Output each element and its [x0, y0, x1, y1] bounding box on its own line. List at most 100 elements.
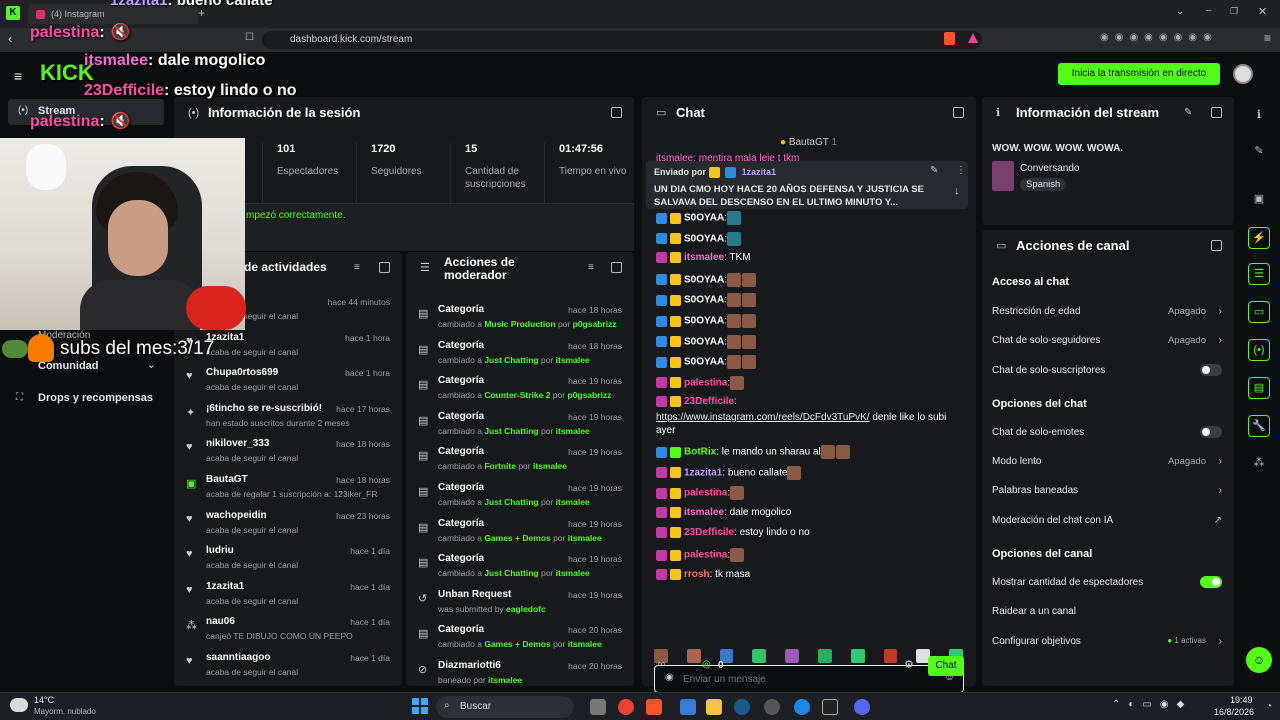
- folder-icon[interactable]: [706, 699, 722, 715]
- maximize-icon[interactable]: ❐: [1230, 6, 1238, 17]
- mod-action-time: hace 20 horas: [568, 625, 622, 636]
- menu-icon[interactable]: ≡: [1264, 31, 1271, 45]
- back-icon[interactable]: ‹: [8, 31, 12, 46]
- camera-icon[interactable]: ▣: [1248, 189, 1270, 211]
- filter-icon[interactable]: ≡: [588, 262, 594, 273]
- xbox-icon[interactable]: [764, 699, 780, 715]
- store-icon[interactable]: [680, 699, 696, 715]
- hamburger-menu-icon[interactable]: ≡: [14, 68, 22, 84]
- discord-icon[interactable]: [854, 699, 870, 715]
- overlay-line-1: 1zazita1: bueno callate: [110, 0, 273, 9]
- chat-username: S0OYAA: [684, 212, 725, 224]
- vip-badge: [708, 167, 720, 179]
- app-icon[interactable]: [794, 699, 810, 715]
- setting-raid[interactable]: Raidear a un canal: [992, 606, 1224, 617]
- chat-message: S0OYAA:: [656, 211, 742, 225]
- gear-icon[interactable]: ⚙: [904, 658, 914, 671]
- sidebar-item-drops[interactable]: ⛶ Drops y recompensas: [8, 390, 168, 408]
- chevron-right-icon: ›: [1218, 456, 1222, 467]
- sub-badge-icon: [670, 336, 681, 348]
- setting-slow-mode[interactable]: Modo lento Apagado ›: [992, 456, 1224, 467]
- more-icon[interactable]: ⋮: [956, 165, 966, 176]
- chevron-right-icon: ›: [1218, 335, 1222, 346]
- popout-icon[interactable]: [611, 107, 622, 118]
- chat-username: palestina: [684, 487, 728, 499]
- stat-live-time: 01:47:56 Tiempo en vivo: [544, 143, 634, 203]
- chrome-icon[interactable]: [618, 699, 634, 715]
- chat-username: itsmalee: [684, 252, 725, 264]
- lightning-icon[interactable]: ⚡: [1248, 227, 1270, 249]
- help-button[interactable]: ☺: [1246, 647, 1272, 673]
- wrench-icon[interactable]: 🔧: [1248, 415, 1270, 437]
- pin-icon[interactable]: ✎: [930, 165, 938, 176]
- list-icon[interactable]: ☰: [1248, 263, 1270, 285]
- brave-icon[interactable]: [646, 699, 662, 715]
- close-icon[interactable]: ✕: [1258, 5, 1267, 18]
- notification-icon[interactable]: ◔: [1266, 701, 1272, 712]
- broadcast-icon[interactable]: (•): [1248, 339, 1270, 361]
- steam-icon[interactable]: [734, 699, 750, 715]
- tray-icons[interactable]: ⌃◐▭◉◆: [1112, 699, 1192, 710]
- detail-prefix: cambiado a: [438, 497, 485, 507]
- edit-icon[interactable]: ✎: [1248, 141, 1270, 163]
- rewards-icon[interactable]: [968, 33, 978, 43]
- community-icon[interactable]: ⁂: [1248, 453, 1270, 475]
- channel-icon[interactable]: ▤: [1248, 377, 1270, 399]
- subs-only-toggle[interactable]: [1200, 364, 1222, 376]
- broadcast-icon: (•): [188, 107, 200, 119]
- mod-action-time: hace 19 horas: [568, 376, 622, 387]
- popout-icon[interactable]: [1211, 240, 1222, 251]
- user-badge-icon: [656, 252, 667, 264]
- minimize-icon[interactable]: ⌄: [1176, 6, 1184, 17]
- detail-prefix: cambiado a: [438, 425, 485, 436]
- setting-banned-words[interactable]: Palabras baneadas ›: [992, 485, 1224, 496]
- stat-value: 101: [277, 143, 296, 155]
- taskview-icon[interactable]: [590, 699, 606, 715]
- filter-icon[interactable]: ≡: [354, 262, 360, 273]
- setting-followers-only[interactable]: Chat de solo-seguidores Apagado ›: [992, 335, 1224, 346]
- stat-value: 01:47:56: [559, 143, 604, 155]
- setting-goals[interactable]: Configurar objetivos ● 1 activas ›: [992, 636, 1224, 647]
- send-chat-button[interactable]: Chat: [928, 656, 964, 676]
- sub-badge-icon: [670, 233, 681, 245]
- start-icon[interactable]: [412, 698, 428, 714]
- setting-label: Mostrar cantidad de espectadores: [992, 577, 1144, 588]
- points-icon[interactable]: ∞: [658, 659, 665, 670]
- overlay-text: : estoy lindo o no: [164, 82, 297, 99]
- detail-highlight: itsmalee: [488, 675, 523, 685]
- popout-icon[interactable]: [953, 107, 964, 118]
- chat-link[interactable]: https://www.instagram.com/reels/DcFdv3Tu…: [656, 412, 870, 423]
- avatar[interactable]: [1233, 64, 1253, 84]
- section-heading: Acceso al chat: [992, 276, 1070, 288]
- chat-text: : dale mogolico: [724, 506, 792, 518]
- activity-name: 1zazita1: [206, 580, 245, 592]
- chat-icon[interactable]: ▭: [1248, 301, 1270, 323]
- show-viewers-toggle[interactable]: [1200, 576, 1222, 588]
- taskbar-search[interactable]: ⌕ Buscar: [436, 696, 574, 718]
- info-icon[interactable]: ℹ: [1248, 105, 1270, 127]
- activity-item: ♥ Chupa0rtos699 acaba de seguir el canal ha…: [174, 361, 402, 397]
- bookmark-icon[interactable]: ☐: [245, 32, 254, 43]
- activity-name: ¡6tincho se re-suscribió!: [206, 402, 323, 414]
- stat-value: 15: [465, 143, 478, 155]
- emotes-only-toggle[interactable]: [1200, 426, 1222, 438]
- minimize-window-icon[interactable]: –: [1206, 5, 1212, 16]
- setting-age-restriction[interactable]: Restricción de edad Apagado ›: [992, 306, 1224, 317]
- channel-icon: ▭: [996, 240, 1007, 252]
- popout-icon[interactable]: [1211, 107, 1222, 118]
- expand-icon[interactable]: ↓: [954, 185, 960, 197]
- url-field[interactable]: dashboard.kick.com/stream: [262, 31, 982, 49]
- activity-item: ⁂ nau06 canjeó TE DIBUJO COMO UN PEEPO hace…: [174, 610, 402, 646]
- edit-icon[interactable]: ✎: [1184, 107, 1192, 118]
- chat-text: : tk masa: [709, 568, 751, 580]
- game-icon[interactable]: [822, 699, 838, 715]
- sub-badge-icon: [670, 568, 681, 580]
- popout-icon[interactable]: [379, 262, 390, 273]
- popout-icon[interactable]: [611, 262, 622, 273]
- setting-ai-moderation[interactable]: Moderación del chat con IA ↗: [992, 515, 1224, 526]
- start-stream-button[interactable]: Inicia la transmisión en directo: [1058, 63, 1220, 85]
- brave-shield-icon[interactable]: [944, 32, 955, 45]
- overlay-user: palestina: [30, 24, 100, 41]
- extensions-icon[interactable]: ◉◉◉◉◉◉◉◉: [1100, 32, 1218, 43]
- activity-item: ♥ ludriu acaba de seguir el canal hace 1 dí…: [174, 539, 402, 575]
